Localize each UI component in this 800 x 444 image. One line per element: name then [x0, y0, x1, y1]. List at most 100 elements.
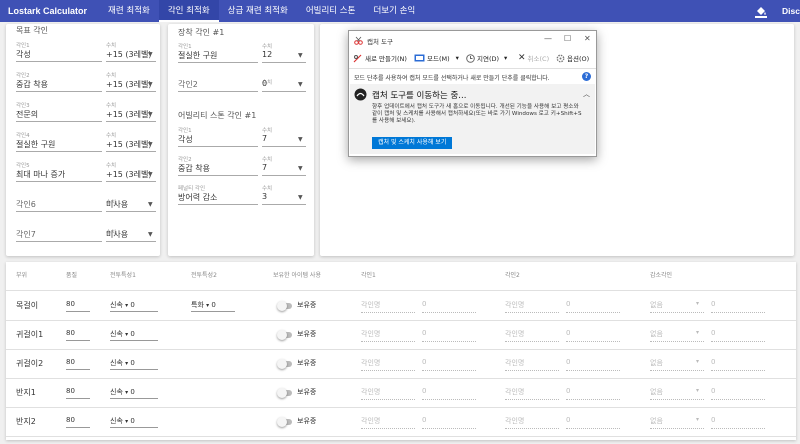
negative-eng-value-input[interactable]: 0: [711, 300, 715, 308]
engraving-name-field[interactable]: 최대 마나 증가: [16, 169, 65, 180]
tab-refine[interactable]: 재련 최적화: [99, 0, 159, 22]
tab-more-profit[interactable]: 더보기 손익: [364, 0, 424, 22]
eng1-value-input[interactable]: 0: [422, 358, 426, 366]
collapse-chevron-icon[interactable]: ︿: [583, 89, 590, 99]
owned-toggle[interactable]: [277, 388, 292, 398]
discord-link[interactable]: Disco: [782, 6, 800, 16]
eng2-value-input[interactable]: 0: [566, 387, 570, 395]
quantity-select[interactable]: +15 (3레벨): [106, 169, 151, 180]
quantity-underline: [262, 175, 306, 176]
tab-advanced-refine[interactable]: 상급 재련 최적화: [219, 0, 297, 22]
quantity-select[interactable]: +15 (3레벨): [106, 49, 151, 60]
new-snip-button[interactable]: 새로 만들기(N): [353, 53, 407, 63]
stat2-select[interactable]: 특화 ▾ 0: [191, 300, 235, 312]
engraving-name-field[interactable]: 각인6: [16, 199, 36, 210]
negative-eng-value-input[interactable]: 0: [711, 387, 715, 395]
engraving-name-field[interactable]: 절실한 구원: [178, 50, 217, 61]
negative-eng-value-input[interactable]: 0: [711, 358, 715, 366]
eng2-value-input[interactable]: 0: [566, 300, 570, 308]
eng1-name-underline: [361, 341, 415, 342]
quantity-select[interactable]: 7: [262, 163, 267, 172]
engraving-name-field[interactable]: 중갑 착용: [178, 163, 210, 174]
maximize-icon[interactable]: ☐: [564, 34, 571, 43]
engraving-name-field[interactable]: 각인2: [178, 79, 198, 90]
snip-instruction: 모드 단추를 사용하여 캡처 모드를 선택하거나 새로 만들기 단추를 클릭합니…: [354, 75, 550, 82]
quantity-select[interactable]: 3: [262, 192, 267, 201]
owned-toggle[interactable]: [277, 359, 292, 369]
mode-button[interactable]: 모드(M) ▾: [414, 53, 459, 63]
engraving-name-field[interactable]: 전문의: [16, 109, 38, 120]
engraving-name-field[interactable]: 중갑 착용: [16, 79, 48, 90]
eng1-name-input[interactable]: 각인명: [361, 416, 380, 426]
header-stat1: 전투특성1: [110, 272, 136, 279]
eng1-name-input[interactable]: 각인명: [361, 300, 380, 310]
quality-input[interactable]: 80: [66, 387, 90, 399]
owned-toggle[interactable]: [277, 301, 292, 311]
negative-eng-select[interactable]: 없음: [650, 358, 663, 368]
owned-toggle[interactable]: [277, 417, 292, 427]
quantity-select[interactable]: 미사용: [106, 229, 128, 240]
quality-input[interactable]: 80: [66, 416, 90, 428]
quantity-select[interactable]: +15 (3레벨): [106, 139, 151, 150]
eng1-value-input[interactable]: 0: [422, 387, 426, 395]
paint-bucket-icon[interactable]: [754, 4, 768, 18]
delay-button[interactable]: 지연(D) ▾: [466, 53, 507, 63]
eng1-value-input[interactable]: 0: [422, 329, 426, 337]
owned-toggle[interactable]: [277, 330, 292, 340]
eng1-name-input[interactable]: 각인명: [361, 329, 380, 339]
tab-ability-stone[interactable]: 어빌리티 스톤: [297, 0, 365, 22]
quantity-select[interactable]: +15 (3레벨): [106, 79, 151, 90]
eng1-name-input[interactable]: 각인명: [361, 387, 380, 397]
negative-eng-value-input[interactable]: 0: [711, 329, 715, 337]
negative-eng-select[interactable]: 없음: [650, 300, 663, 310]
engraving-name-underline: [178, 146, 258, 147]
quantity-select[interactable]: 7: [262, 134, 267, 143]
close-icon[interactable]: ✕: [584, 34, 591, 43]
stat1-select[interactable]: 신속 ▾ 0: [110, 416, 158, 428]
app-brand[interactable]: Lostark Calculator: [8, 6, 87, 16]
stat2-name: 특화: [191, 301, 204, 309]
help-icon[interactable]: ?: [582, 72, 591, 81]
eng1-value-input[interactable]: 0: [422, 416, 426, 424]
eng2-name-input[interactable]: 각인명: [505, 358, 524, 368]
engraving-name-field[interactable]: 절실한 구원: [16, 139, 55, 150]
quality-input[interactable]: 80: [66, 358, 90, 370]
minimize-icon[interactable]: —: [544, 34, 552, 43]
negative-eng-select[interactable]: 없음: [650, 416, 663, 426]
quality-input[interactable]: 80: [66, 329, 90, 341]
eng2-name-input[interactable]: 각인명: [505, 329, 524, 339]
quantity-select[interactable]: 미사용: [106, 199, 128, 210]
engraving-name-field[interactable]: 각인7: [16, 229, 36, 240]
quantity-select[interactable]: 12: [262, 50, 272, 59]
stat1-select[interactable]: 신속 ▾ 0: [110, 387, 158, 399]
negative-eng-underline: [650, 370, 704, 371]
eng2-name-input[interactable]: 각인명: [505, 416, 524, 426]
eng2-value-input[interactable]: 0: [566, 358, 570, 366]
negative-eng-select[interactable]: 없음: [650, 329, 663, 339]
quantity-select[interactable]: +15 (3레벨): [106, 109, 151, 120]
engraving-name-field[interactable]: 각성: [178, 134, 193, 145]
engraving-name-field[interactable]: 방어력 감소: [178, 192, 217, 203]
negative-eng-value-input[interactable]: 0: [711, 416, 715, 424]
eng2-name-input[interactable]: 각인명: [505, 300, 524, 310]
engraving-name-field[interactable]: 각성: [16, 49, 31, 60]
quality-input[interactable]: 80: [66, 300, 90, 312]
quantity-select[interactable]: 0: [262, 79, 267, 88]
stat1-select[interactable]: 신속 ▾ 0: [110, 329, 158, 341]
eng2-name-underline: [505, 370, 559, 371]
tab-engraving[interactable]: 각인 최적화: [158, 0, 219, 22]
eng1-value-input[interactable]: 0: [422, 300, 426, 308]
negative-eng-dropdown-icon: ▾: [696, 416, 700, 423]
eng2-name-input[interactable]: 각인명: [505, 387, 524, 397]
eng2-value-input[interactable]: 0: [566, 416, 570, 424]
stat1-select[interactable]: 신속 ▾ 0: [110, 300, 158, 312]
row-divider: [6, 407, 796, 408]
eng2-value-input[interactable]: 0: [566, 329, 570, 337]
stat1-select[interactable]: 신속 ▾ 0: [110, 358, 158, 370]
cancel-button[interactable]: ✕ 취소(C): [518, 53, 549, 63]
eng1-name-input[interactable]: 각인명: [361, 358, 380, 368]
options-button[interactable]: 옵션(O): [556, 53, 589, 63]
try-snip-sketch-button[interactable]: 캡처 및 스케치 사용해 보기: [372, 137, 453, 149]
quality-value: 80: [66, 358, 75, 366]
negative-eng-select[interactable]: 없음: [650, 387, 663, 397]
